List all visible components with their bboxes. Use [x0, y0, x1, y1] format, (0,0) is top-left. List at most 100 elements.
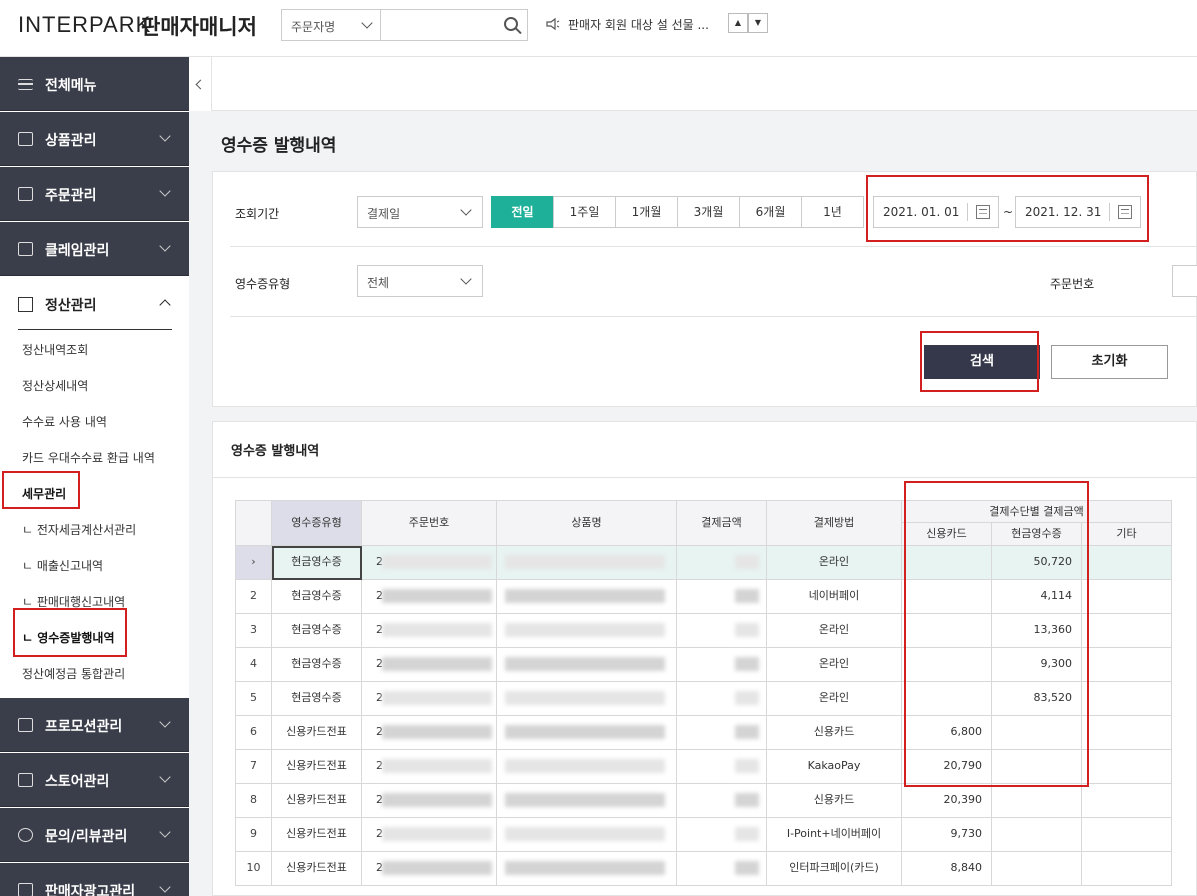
submenu-expected-settlement[interactable]: 정산예정금 통합관리	[22, 665, 125, 682]
cell-other[interactable]	[1082, 818, 1172, 852]
period-6month-button[interactable]: 6개월	[739, 196, 802, 228]
submenu-sales-report[interactable]: ㄴ 매출신고내역	[22, 557, 103, 574]
cell-product[interactable]	[497, 614, 677, 648]
submenu-settlement-detail[interactable]: 정산상세내역	[22, 377, 88, 394]
cell-product[interactable]	[497, 648, 677, 682]
cell-receipt-type[interactable]: 신용카드전표	[272, 784, 362, 818]
notice-prev-button[interactable]: ▲	[728, 13, 748, 33]
cell-credit[interactable]: 8,840	[902, 852, 992, 886]
reset-button[interactable]: 초기화	[1051, 345, 1168, 379]
cell-method[interactable]: 온라인	[767, 614, 902, 648]
cell-order-no[interactable]: 2	[362, 648, 497, 682]
period-1month-button[interactable]: 1개월	[615, 196, 678, 228]
cell-other[interactable]	[1082, 546, 1172, 580]
cell-order-no[interactable]: 2	[362, 750, 497, 784]
sidebar-item-store[interactable]: 스토어관리	[0, 753, 189, 807]
cell-other[interactable]	[1082, 852, 1172, 886]
cell-product[interactable]	[497, 750, 677, 784]
row-number[interactable]: 4	[235, 648, 272, 682]
cell-product[interactable]	[497, 716, 677, 750]
submenu-fee-usage[interactable]: 수수료 사용 내역	[22, 413, 107, 430]
cell-method[interactable]: I-Point+네이버페이	[767, 818, 902, 852]
cell-method[interactable]: 온라인	[767, 682, 902, 716]
row-number[interactable]: ›	[235, 546, 272, 580]
date-type-select[interactable]: 결제일	[357, 196, 483, 228]
sidebar-item-claims[interactable]: 클레임관리	[0, 222, 189, 276]
cell-order-no[interactable]: 2	[362, 784, 497, 818]
cell-product[interactable]	[497, 784, 677, 818]
row-number[interactable]: 5	[235, 682, 272, 716]
table-header-amount[interactable]: 결제금액	[677, 500, 767, 546]
notice-next-button[interactable]: ▼	[748, 13, 768, 33]
row-number[interactable]: 8	[235, 784, 272, 818]
row-number[interactable]: 3	[235, 614, 272, 648]
sidebar-item-settlement[interactable]: 정산관리	[0, 277, 189, 331]
cell-other[interactable]	[1082, 580, 1172, 614]
cell-order-no[interactable]: 2	[362, 852, 497, 886]
notice-text[interactable]: 판매자 회원 대상 설 선물 ...	[568, 16, 709, 33]
cell-amount[interactable]	[677, 546, 767, 580]
cell-product[interactable]	[497, 682, 677, 716]
cell-other[interactable]	[1082, 716, 1172, 750]
row-number[interactable]: 2	[235, 580, 272, 614]
sidebar-item-inquiry-review[interactable]: 문의/리뷰관리	[0, 808, 189, 862]
cell-product[interactable]	[497, 580, 677, 614]
cell-order-no[interactable]: 2	[362, 546, 497, 580]
sidebar-item-ads[interactable]: 판매자광고관리	[0, 863, 189, 896]
cell-receipt-type[interactable]: 현금영수증	[272, 648, 362, 682]
cell-order-no[interactable]: 2	[362, 818, 497, 852]
period-1year-button[interactable]: 1년	[801, 196, 864, 228]
cell-receipt-type[interactable]: 현금영수증	[272, 546, 362, 580]
cell-other[interactable]	[1082, 682, 1172, 716]
sidebar-item-all-menu[interactable]: 전체메뉴	[0, 57, 189, 111]
cell-other[interactable]	[1082, 648, 1172, 682]
period-3month-button[interactable]: 3개월	[677, 196, 740, 228]
cell-credit[interactable]: 20,390	[902, 784, 992, 818]
cell-receipt-type[interactable]: 현금영수증	[272, 580, 362, 614]
cell-amount[interactable]	[677, 750, 767, 784]
cell-receipt-type[interactable]: 신용카드전표	[272, 750, 362, 784]
cell-other[interactable]	[1082, 614, 1172, 648]
cell-method[interactable]: 인터파크페이(카드)	[767, 852, 902, 886]
seller-manager-title[interactable]: 판매자매니저	[141, 11, 257, 41]
cell-cash[interactable]	[992, 818, 1082, 852]
cell-receipt-type[interactable]: 신용카드전표	[272, 716, 362, 750]
cell-receipt-type[interactable]: 신용카드전표	[272, 818, 362, 852]
cell-cash[interactable]	[992, 784, 1082, 818]
cell-cash[interactable]	[992, 852, 1082, 886]
cell-amount[interactable]	[677, 648, 767, 682]
cell-method[interactable]: KakaoPay	[767, 750, 902, 784]
cell-order-no[interactable]: 2	[362, 716, 497, 750]
cell-order-no[interactable]: 2	[362, 614, 497, 648]
cell-method[interactable]: 온라인	[767, 648, 902, 682]
cell-amount[interactable]	[677, 614, 767, 648]
search-input[interactable]	[380, 9, 528, 41]
cell-product[interactable]	[497, 818, 677, 852]
table-header-receipt-type[interactable]: 영수증유형	[272, 500, 362, 546]
search-type-select[interactable]: 주문자명	[281, 9, 381, 41]
cell-order-no[interactable]: 2	[362, 580, 497, 614]
sidebar-item-products[interactable]: 상품관리	[0, 112, 189, 166]
cell-receipt-type[interactable]: 현금영수증	[272, 682, 362, 716]
row-number[interactable]: 10	[235, 852, 272, 886]
cell-method[interactable]: 신용카드	[767, 716, 902, 750]
cell-amount[interactable]	[677, 580, 767, 614]
cell-amount[interactable]	[677, 784, 767, 818]
submenu-e-tax-invoice[interactable]: ㄴ 전자세금계산서관리	[22, 521, 136, 538]
cell-other[interactable]	[1082, 784, 1172, 818]
table-header-order-no[interactable]: 주문번호	[362, 500, 497, 546]
sidebar-item-promotions[interactable]: 프로모션관리	[0, 698, 189, 752]
row-number[interactable]: 7	[235, 750, 272, 784]
cell-amount[interactable]	[677, 818, 767, 852]
period-1week-button[interactable]: 1주일	[553, 196, 616, 228]
cell-other[interactable]	[1082, 750, 1172, 784]
cell-product[interactable]	[497, 546, 677, 580]
table-header-method[interactable]: 결제방법	[767, 500, 902, 546]
cell-method[interactable]: 네이버페이	[767, 580, 902, 614]
cell-receipt-type[interactable]: 현금영수증	[272, 614, 362, 648]
cell-product[interactable]	[497, 852, 677, 886]
table-header-other[interactable]: 기타	[1082, 523, 1172, 546]
table-header-product[interactable]: 상품명	[497, 500, 677, 546]
submenu-settlement-inquiry[interactable]: 정산내역조회	[22, 341, 88, 358]
order-no-input[interactable]	[1172, 265, 1197, 297]
